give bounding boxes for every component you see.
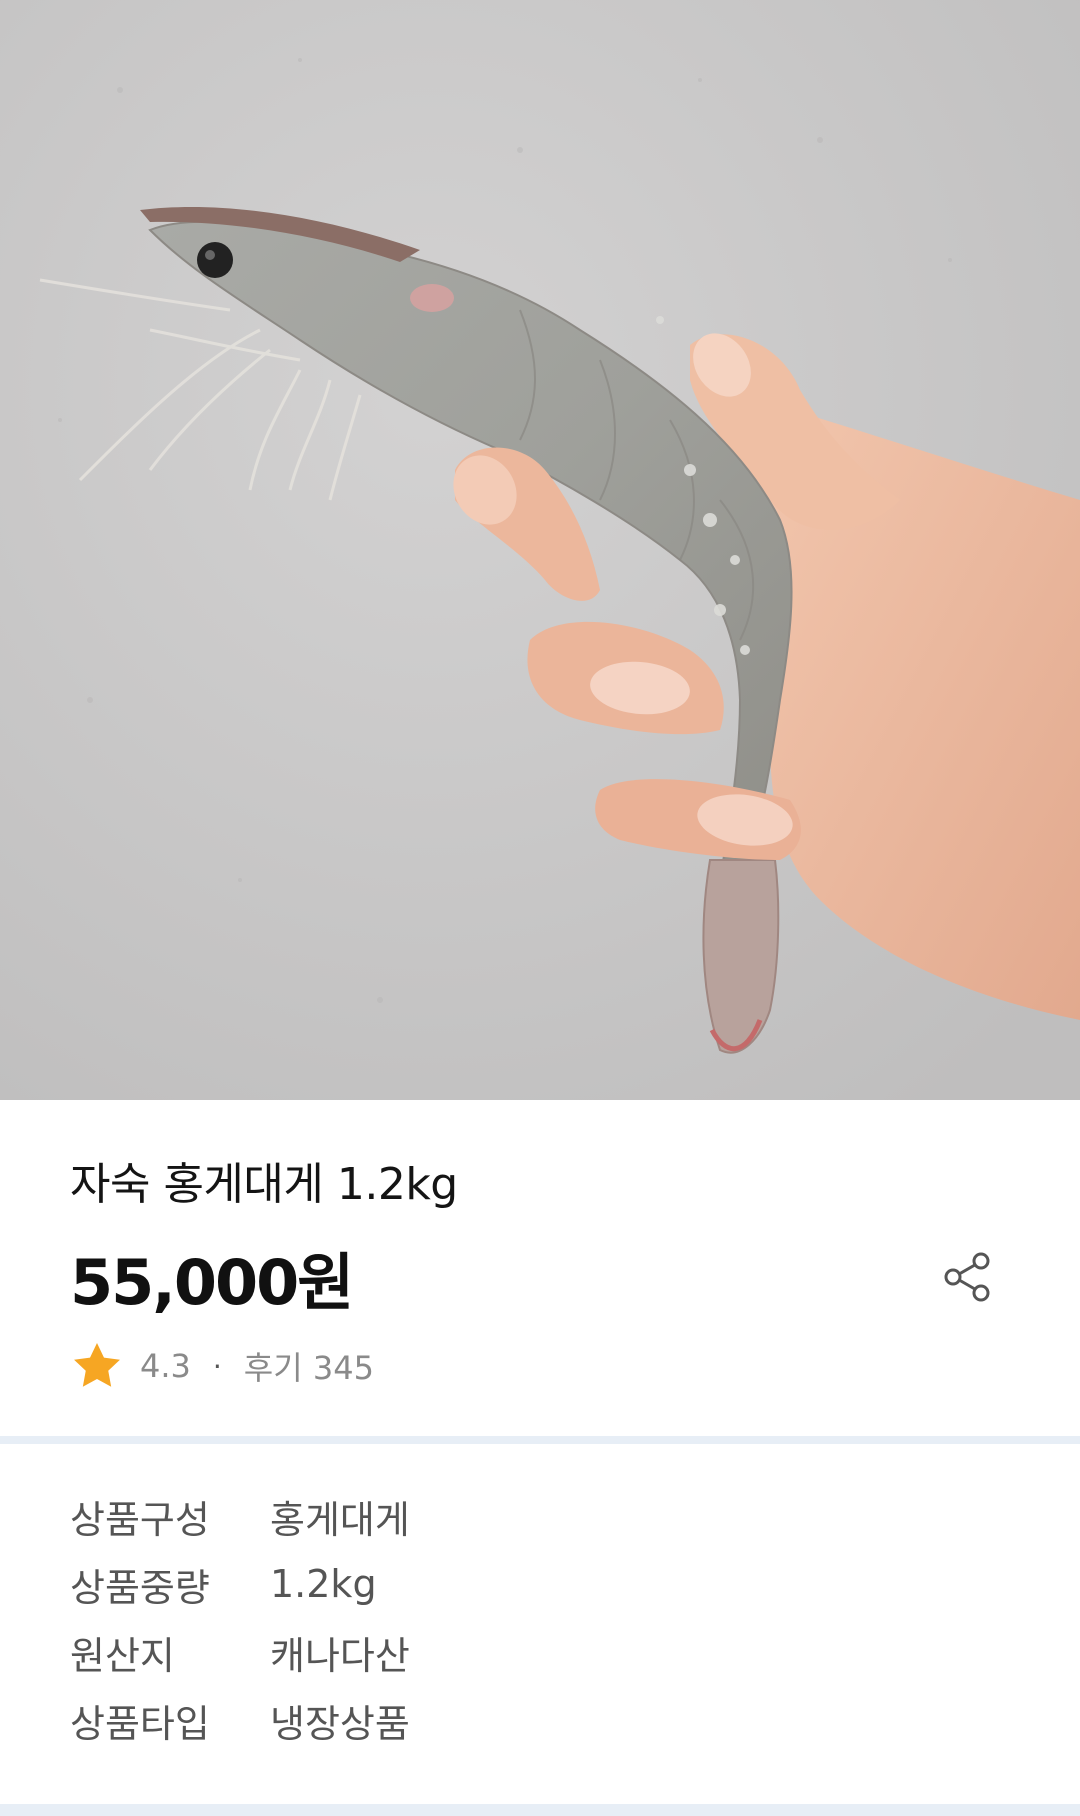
spec-row-composition: 상품구성 홍게대게 (70, 1486, 410, 1546)
star-icon (74, 1343, 120, 1387)
review-count-link[interactable]: 후기 345 (244, 1343, 374, 1389)
product-info: 자숙 홍게대게 1.2kg 55,000원 4.3 · 후기 345 (0, 1100, 1080, 1436)
section-divider (0, 1436, 1080, 1444)
product-image[interactable] (0, 0, 1080, 1100)
product-price: 55,000원 (70, 1246, 354, 1319)
rating-value: 4.3 (140, 1347, 191, 1385)
bottom-divider (0, 1804, 1080, 1816)
spec-row-weight: 상품중량 1.2kg (70, 1554, 377, 1614)
share-icon (944, 1252, 990, 1302)
spec-value: 캐나다산 (270, 1633, 410, 1678)
share-button[interactable] (932, 1242, 1002, 1312)
rating-row: 4.3 · 후기 345 (70, 1338, 374, 1394)
spec-value: 냉장상품 (270, 1701, 410, 1746)
product-spec-list: 상품구성 홍게대게 상품중량 1.2kg 원산지 캐나다산 상품타입 냉장상품 (0, 1444, 1080, 1804)
spec-value: 홍게대게 (270, 1497, 410, 1542)
spec-row-type: 상품타입 냉장상품 (70, 1690, 410, 1750)
spec-label: 상품중량 (70, 1565, 210, 1610)
spec-label: 상품구성 (70, 1497, 210, 1542)
spec-label: 원산지 (70, 1633, 175, 1678)
product-detail-page: 자숙 홍게대게 1.2kg 55,000원 4.3 · 후기 345 상품구성 … (0, 0, 1080, 1816)
separator-dot: · (212, 1349, 222, 1383)
spec-label: 상품타입 (70, 1701, 210, 1746)
product-title: 자숙 홍게대게 1.2kg (70, 1159, 458, 1210)
spec-value: 1.2kg (270, 1562, 377, 1606)
spec-row-origin: 원산지 캐나다산 (70, 1622, 410, 1682)
